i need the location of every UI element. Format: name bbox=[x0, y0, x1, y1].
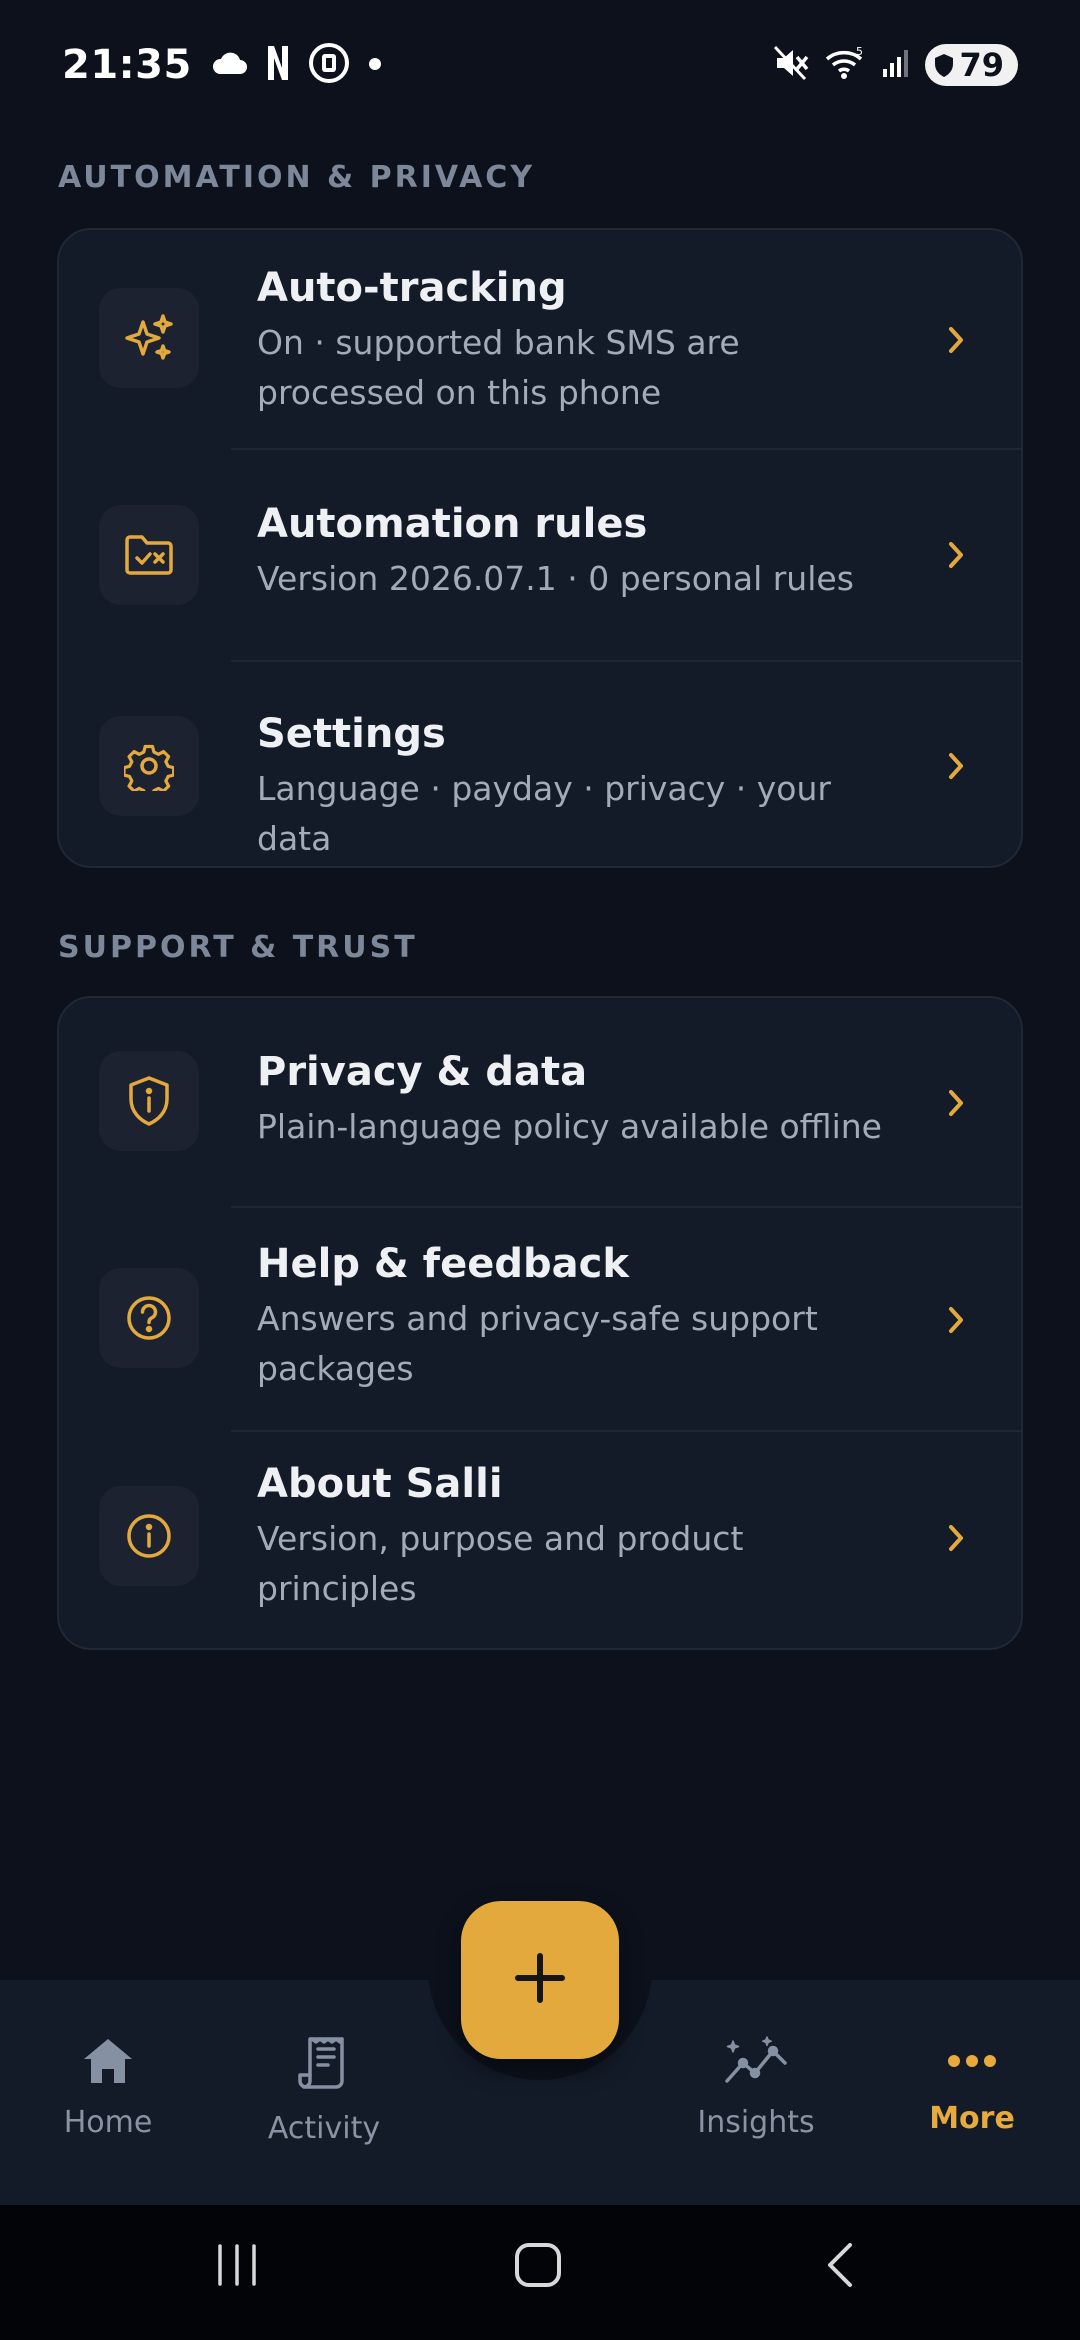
help-feedback-title: Help & feedback bbox=[257, 1241, 629, 1287]
battery-level: 79 bbox=[959, 46, 1004, 84]
about-salli-row[interactable]: About Salli Version, purpose and product… bbox=[59, 1432, 1021, 1648]
auto-tracking-row[interactable]: Auto-tracking On · supported bank SMS ar… bbox=[59, 230, 1021, 450]
shield-info-icon bbox=[99, 1051, 199, 1151]
chevron-right-icon bbox=[941, 320, 971, 360]
mute-icon bbox=[773, 45, 809, 85]
home-icon bbox=[80, 2035, 136, 2091]
nav-label-insights: Insights bbox=[697, 2105, 815, 2140]
settings-title: Settings bbox=[257, 711, 446, 757]
plus-icon bbox=[512, 1950, 568, 2010]
svg-text:5: 5 bbox=[856, 45, 863, 58]
section-header-support: SUPPORT & TRUST bbox=[58, 930, 418, 965]
recent-apps-button[interactable] bbox=[214, 2240, 260, 2294]
sparkles-icon bbox=[99, 288, 199, 388]
recent-apps-icon bbox=[218, 2244, 256, 2286]
section-header-automation: AUTOMATION & PRIVACY bbox=[58, 160, 536, 195]
question-circle-icon bbox=[99, 1268, 199, 1368]
more-screen: 21:35 5 79 AUTOMATION & PRIVACY Auto-tra… bbox=[0, 0, 1080, 2340]
automation-rules-row[interactable]: Automation rules Version 2026.07.1 · 0 p… bbox=[59, 450, 1021, 660]
back-button[interactable] bbox=[820, 2240, 860, 2294]
notification-dot-icon bbox=[368, 56, 382, 75]
netflix-icon bbox=[266, 44, 290, 86]
battery-indicator: 79 bbox=[925, 44, 1018, 86]
automation-card: Auto-tracking On · supported bank SMS ar… bbox=[57, 228, 1023, 868]
insights-chart-icon bbox=[723, 2035, 789, 2091]
info-circle-icon bbox=[99, 1486, 199, 1586]
receipt-icon bbox=[298, 2035, 350, 2097]
chevron-right-icon bbox=[941, 1300, 971, 1340]
wifi-icon: 5 bbox=[823, 45, 867, 85]
nav-item-home[interactable]: Home bbox=[8, 2035, 208, 2140]
nav-item-activity[interactable]: Activity bbox=[224, 2035, 424, 2146]
home-system-icon bbox=[515, 2243, 561, 2287]
privacy-data-subtitle: Plain-language policy available offline bbox=[257, 1107, 882, 1146]
chevron-right-icon bbox=[941, 746, 971, 786]
about-salli-title: About Salli bbox=[257, 1461, 503, 1507]
status-bar: 21:35 5 79 bbox=[0, 0, 1080, 130]
automation-rules-subtitle: Version 2026.07.1 · 0 personal rules bbox=[257, 559, 854, 598]
chevron-right-icon bbox=[941, 1518, 971, 1558]
chevron-right-icon bbox=[941, 535, 971, 575]
folder-rules-icon bbox=[99, 505, 199, 605]
gear-icon bbox=[99, 716, 199, 816]
settings-subtitle: Language · payday · privacy · your data bbox=[257, 769, 831, 858]
nav-item-insights[interactable]: Insights bbox=[656, 2035, 856, 2140]
support-card: Privacy & data Plain-language policy ava… bbox=[57, 996, 1023, 1650]
more-dots-icon bbox=[946, 2035, 998, 2087]
back-icon bbox=[828, 2243, 852, 2287]
settings-row[interactable]: Settings Language · payday · privacy · y… bbox=[59, 662, 1021, 866]
battery-shield-icon bbox=[935, 54, 954, 77]
nav-label-activity: Activity bbox=[267, 2111, 381, 2146]
nav-label-more: More bbox=[929, 2101, 1015, 2136]
add-button[interactable] bbox=[461, 1901, 619, 2059]
auto-tracking-title: Auto-tracking bbox=[257, 265, 567, 311]
privacy-data-row[interactable]: Privacy & data Plain-language policy ava… bbox=[59, 998, 1021, 1208]
signal-icon bbox=[881, 47, 911, 83]
app-badge-icon bbox=[308, 42, 350, 88]
home-system-button[interactable] bbox=[512, 2240, 564, 2294]
chevron-right-icon bbox=[941, 1083, 971, 1123]
status-time: 21:35 bbox=[62, 42, 192, 88]
nav-item-more[interactable]: More bbox=[872, 2035, 1072, 2136]
help-feedback-subtitle: Answers and privacy-safe support package… bbox=[257, 1299, 818, 1388]
about-salli-subtitle: Version, purpose and product principles bbox=[257, 1519, 744, 1608]
automation-rules-title: Automation rules bbox=[257, 501, 648, 547]
cloud-icon bbox=[210, 50, 248, 80]
auto-tracking-subtitle: On · supported bank SMS are processed on… bbox=[257, 323, 740, 412]
nav-label-home: Home bbox=[63, 2105, 153, 2140]
help-feedback-row[interactable]: Help & feedback Answers and privacy-safe… bbox=[59, 1208, 1021, 1430]
privacy-data-title: Privacy & data bbox=[257, 1049, 588, 1095]
